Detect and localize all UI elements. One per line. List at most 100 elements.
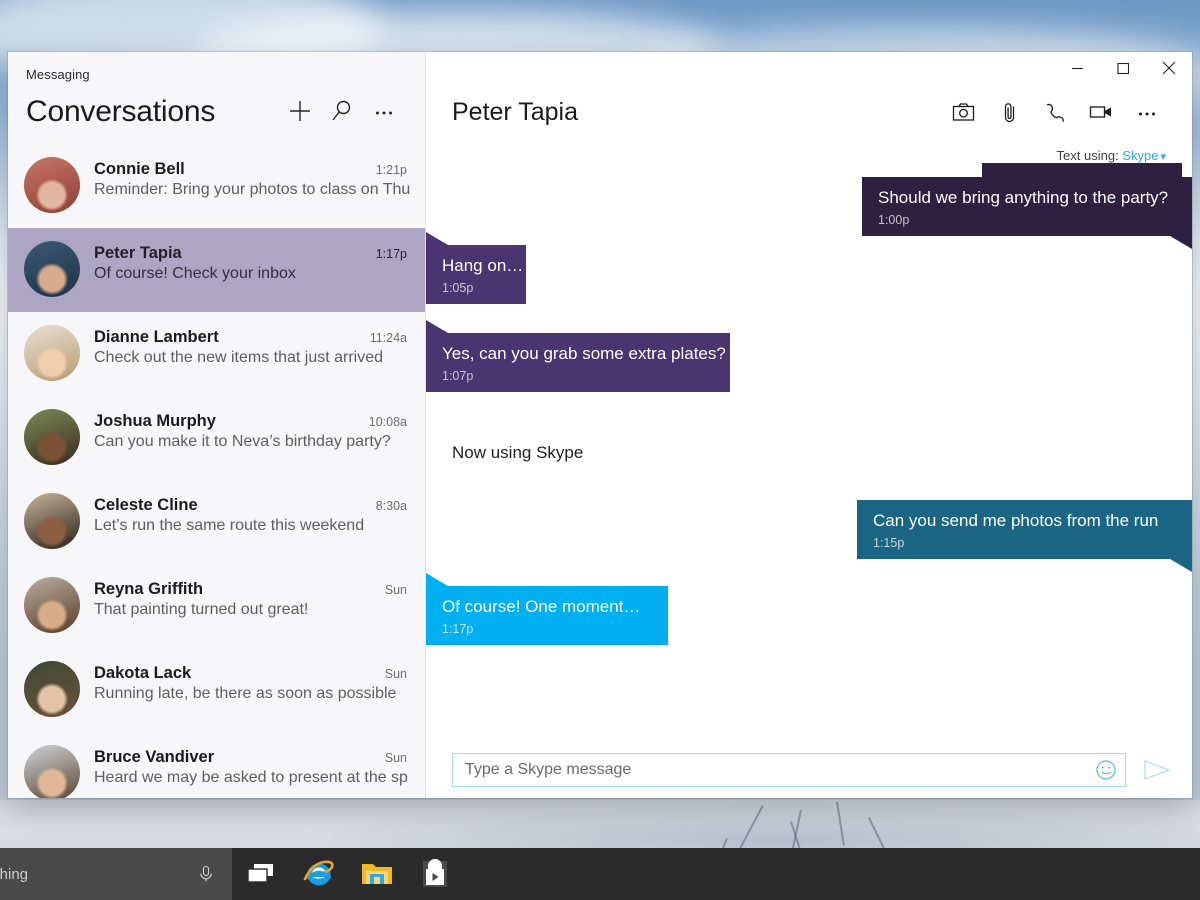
text-using-label: Text using: bbox=[1057, 148, 1119, 163]
paperclip-icon bbox=[997, 100, 1022, 125]
avatar bbox=[24, 241, 80, 297]
conversations-header: Conversations bbox=[8, 82, 425, 144]
avatar bbox=[24, 409, 80, 465]
windows-store-button[interactable] bbox=[406, 848, 464, 900]
conversation-list[interactable]: Connie Bell1:21pReminder: Bring your pho… bbox=[8, 144, 425, 798]
twig bbox=[868, 817, 885, 848]
avatar-image bbox=[24, 157, 80, 213]
conversation-snippet: Can you make it to Neva’s birthday party… bbox=[94, 433, 409, 451]
message-composer bbox=[426, 742, 1192, 798]
close-button[interactable] bbox=[1146, 52, 1192, 84]
conversation-text: Celeste Cline8:30aLet’s run the same rou… bbox=[94, 493, 409, 535]
avatar-image bbox=[24, 241, 80, 297]
avatar bbox=[24, 661, 80, 717]
twig bbox=[836, 802, 845, 846]
conversation-time: Sun bbox=[385, 667, 409, 681]
bubble-tail bbox=[426, 232, 448, 245]
camera-icon bbox=[951, 100, 976, 125]
message-time: 1:00p bbox=[878, 213, 1176, 227]
message-input-wrapper[interactable] bbox=[452, 753, 1126, 787]
conversation-text: Bruce VandiverSunHeard we may be asked t… bbox=[94, 745, 409, 787]
message-text: Can you send me photos from the run bbox=[873, 511, 1176, 531]
conversation-time: Sun bbox=[385, 751, 409, 765]
conversation-row[interactable]: Peter Tapia1:17pOf course! Check your in… bbox=[8, 228, 425, 312]
conversation-snippet: Heard we may be asked to present at the … bbox=[94, 769, 409, 787]
taskbar-search[interactable]: ything bbox=[0, 848, 232, 900]
ellipsis-icon bbox=[1134, 99, 1160, 125]
message-time: 1:07p bbox=[442, 369, 714, 383]
send-icon bbox=[1142, 757, 1172, 783]
avatar bbox=[24, 493, 80, 549]
message-list: Now using Skype Should we bring anything… bbox=[426, 163, 1192, 742]
message-time: 1:15p bbox=[873, 536, 1176, 550]
conversation-time: 11:24a bbox=[370, 331, 409, 345]
message-input[interactable] bbox=[465, 761, 1095, 779]
message-bubble: Can you send me photos from the run 1:15p bbox=[857, 500, 1192, 559]
maximize-icon bbox=[1117, 62, 1130, 75]
conversation-snippet: Running late, be there as soon as possib… bbox=[94, 685, 409, 703]
conversation-row[interactable]: Celeste Cline8:30aLet’s run the same rou… bbox=[8, 480, 425, 564]
camera-button[interactable] bbox=[940, 92, 986, 132]
message-bubble: Yes, can you grab some extra plates?1:07… bbox=[426, 333, 730, 392]
bubble-tail bbox=[1170, 236, 1192, 249]
avatar bbox=[24, 745, 80, 798]
video-call-button[interactable] bbox=[1078, 92, 1124, 132]
smiley-icon bbox=[1095, 759, 1117, 781]
chat-header: Peter Tapia bbox=[426, 88, 1192, 136]
conversation-text: Connie Bell1:21pReminder: Bring your pho… bbox=[94, 157, 409, 199]
conversation-snippet: Reminder: Bring your photos to class on … bbox=[94, 181, 409, 199]
close-icon bbox=[1162, 61, 1176, 75]
minimize-button[interactable] bbox=[1054, 52, 1100, 84]
conversation-snippet: That painting turned out great! bbox=[94, 601, 409, 619]
chat-more-button[interactable] bbox=[1124, 92, 1170, 132]
conversation-row[interactable]: Connie Bell1:21pReminder: Bring your pho… bbox=[8, 144, 425, 228]
bubble-tail bbox=[1170, 559, 1192, 572]
message-time: 1:05p bbox=[442, 281, 510, 295]
message-bubble: Hang on…1:05p bbox=[426, 245, 526, 304]
conversation-row[interactable]: Reyna GriffithSunThat painting turned ou… bbox=[8, 564, 425, 648]
text-using-service[interactable]: Skype bbox=[1122, 148, 1158, 163]
attach-button[interactable] bbox=[986, 92, 1032, 132]
conversations-more-button[interactable] bbox=[363, 92, 405, 130]
conversation-snippet: Check out the new items that just arrive… bbox=[94, 349, 409, 367]
text-using-row[interactable]: Text using: Skype▾ bbox=[426, 136, 1192, 163]
microphone-button[interactable] bbox=[196, 864, 216, 884]
bubble-tail bbox=[426, 320, 448, 333]
conversation-text: Peter Tapia1:17pOf course! Check your in… bbox=[94, 241, 409, 283]
avatar bbox=[24, 325, 80, 381]
conversation-text: Reyna GriffithSunThat painting turned ou… bbox=[94, 577, 409, 619]
message-time: 1:17p bbox=[442, 622, 652, 636]
search-conversations-button[interactable] bbox=[321, 92, 363, 130]
conversation-time: 1:17p bbox=[376, 247, 409, 261]
task-view-button[interactable] bbox=[232, 848, 290, 900]
internet-explorer-button[interactable] bbox=[290, 848, 348, 900]
store-icon bbox=[420, 859, 450, 889]
conversation-row[interactable]: Dakota LackSunRunning late, be there as … bbox=[8, 648, 425, 732]
microphone-icon bbox=[196, 864, 216, 884]
avatar bbox=[24, 157, 80, 213]
twig bbox=[739, 805, 764, 850]
conversations-pane: Messaging Conversations bbox=[8, 52, 426, 798]
minimize-icon bbox=[1071, 62, 1084, 75]
send-button[interactable] bbox=[1136, 757, 1178, 783]
conversation-row[interactable]: Joshua Murphy10:08aCan you make it to Ne… bbox=[8, 396, 425, 480]
conversation-row[interactable]: Dianne Lambert11:24aCheck out the new it… bbox=[8, 312, 425, 396]
chevron-down-icon[interactable]: ▾ bbox=[1160, 151, 1166, 163]
avatar-image bbox=[24, 577, 80, 633]
message-bubble: Should we bring anything to the party?1:… bbox=[862, 177, 1192, 236]
file-explorer-button[interactable] bbox=[348, 848, 406, 900]
system-note: Now using Skype bbox=[452, 443, 583, 463]
avatar bbox=[24, 577, 80, 633]
conversation-text: Dakota LackSunRunning late, be there as … bbox=[94, 661, 409, 703]
emoji-button[interactable] bbox=[1095, 759, 1117, 781]
internet-explorer-icon bbox=[302, 857, 336, 891]
voice-call-button[interactable] bbox=[1032, 92, 1078, 132]
taskbar: ything bbox=[0, 848, 1200, 900]
conversation-text: Joshua Murphy10:08aCan you make it to Ne… bbox=[94, 409, 409, 451]
conversation-name: Joshua Murphy bbox=[94, 412, 361, 431]
new-conversation-button[interactable] bbox=[279, 92, 321, 130]
maximize-button[interactable] bbox=[1100, 52, 1146, 84]
task-view-icon bbox=[246, 861, 276, 887]
conversation-row[interactable]: Bruce VandiverSunHeard we may be asked t… bbox=[8, 732, 425, 798]
avatar-image bbox=[24, 409, 80, 465]
